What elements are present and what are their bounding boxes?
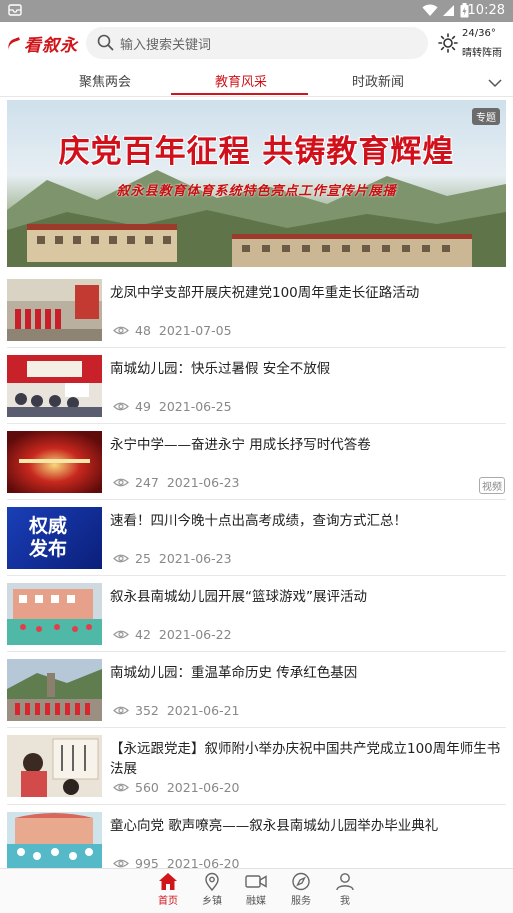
article-title: 南城幼儿园：重温革命历史 传承红色基因 [110,665,358,681]
article-thumbnail [7,812,102,874]
article-views: 25 [135,551,151,566]
location-pin-icon [205,872,219,891]
nav-towns[interactable]: 乡镇 [189,872,235,907]
article-title: 龙凤中学支部开展庆祝建党100周年重走长征路活动 [110,285,420,301]
article-title: 童心向党 歌声嘹亮——叙永县南城幼儿园举办毕业典礼 [110,818,439,834]
article-meta: 42 2021-06-22 [113,627,232,643]
article-date: 2021-06-21 [166,703,240,718]
weather-temperature: 24/36° [462,28,496,39]
article-date: 2021-07-05 [158,323,232,338]
article-thumbnail [7,431,102,493]
article-views: 560 [135,780,159,795]
article-views: 49 [135,399,151,414]
article-thumbnail: 权威发布 [7,507,102,569]
thumbnail-caption: 权威发布 [29,515,68,560]
article-title: 永宁中学——奋进永宁 用成长抒写时代答卷 [110,437,371,453]
logo-text: 看叙永 [24,36,78,56]
banner-subtitle: 叙永县教育体育系统特色亮点工作宣传片展播 [116,184,397,199]
weather-description: 晴转阵雨 [462,48,502,59]
sun-icon [438,33,458,57]
article-item[interactable]: 永宁中学——奋进永宁 用成长抒写时代答卷 247 2021-06-23 视频 [0,424,513,500]
article-date: 2021-06-23 [158,551,232,566]
article-item[interactable]: 南城幼儿园：重温革命历史 传承红色基因 352 2021-06-21 [0,652,513,728]
home-icon [159,873,177,890]
article-meta: 48 2021-07-05 [113,323,232,339]
article-views: 247 [135,475,159,490]
article-date: 2021-06-22 [158,627,232,642]
wifi-icon [422,4,438,21]
article-meta: 560 2021-06-20 [113,780,240,796]
active-tab-indicator [171,93,308,95]
nav-towns-label: 乡镇 [202,896,222,907]
eye-icon [113,781,129,796]
eye-icon [113,704,129,719]
status-time: 10:28 [467,3,505,18]
article-item[interactable]: 龙凤中学支部开展庆祝建党100周年重走长征路活动 48 2021-07-05 [0,272,513,348]
banner-topic-badge: 专题 [472,108,500,125]
article-thumbnail [7,355,102,417]
tab-focus-two-sessions[interactable]: 聚焦两会 [79,71,131,90]
chevron-down-icon[interactable] [488,73,502,92]
logo-swoosh-icon [5,37,25,56]
bottom-nav: 首页 乡镇 融媒 服务 我 [0,868,513,913]
featured-banner[interactable]: 庆党百年征程 共铸教育辉煌 叙永县教育体育系统特色亮点工作宣传片展播 专题 [7,100,506,267]
nav-services-label: 服务 [291,896,311,907]
article-item[interactable]: 【永远跟党走】叙师附小举办庆祝中国共产党成立100周年师生书法展 560 2021… [0,728,513,805]
article-thumbnail [7,583,102,645]
tab-current-affairs[interactable]: 时政新闻 [352,71,404,90]
article-title: 叙永县南城幼儿园开展“篮球游戏”展评活动 [110,589,367,605]
article-meta: 247 2021-06-23 [113,475,240,491]
article-views: 42 [135,627,151,642]
article-title: 【永远跟党走】叙师附小举办庆祝中国共产党成立100周年师生书法展 [110,741,501,777]
nav-me[interactable]: 我 [322,872,368,907]
weather-widget[interactable]: 24/36° 晴转阵雨 [436,27,510,61]
article-meta: 25 2021-06-23 [113,551,232,567]
article-thumbnail [7,735,102,797]
video-camera-icon [245,875,267,888]
app-logo[interactable]: 看叙永 [5,31,78,56]
article-date: 2021-06-20 [166,780,240,795]
eye-icon [113,400,129,415]
status-bar: 10:28 [0,0,513,22]
signal-icon [442,4,455,21]
tab-education[interactable]: 教育风采 [215,71,267,90]
search-placeholder: 输入搜索关键词 [120,38,212,53]
article-item[interactable]: 南城幼儿园：快乐过暑假 安全不放假 49 2021-06-25 [0,348,513,424]
search-icon [97,34,114,55]
article-date: 2021-06-25 [158,399,232,414]
nav-me-label: 我 [340,896,350,907]
banner-title: 庆党百年征程 共铸教育辉煌 [58,134,455,170]
article-views: 352 [135,703,159,718]
search-bar[interactable]: 输入搜索关键词 [86,27,428,59]
nav-home[interactable]: 首页 [145,872,191,907]
eye-icon [113,628,129,643]
video-tag: 视频 [479,477,505,494]
article-item[interactable]: 权威发布 速看！四川今晚十点出高考成绩，查询方式汇总！ 25 2021-06-23 [0,500,513,576]
article-title: 南城幼儿园：快乐过暑假 安全不放假 [110,361,331,377]
nav-media-label: 融媒 [246,896,266,907]
app-header: 看叙永 输入搜索关键词 24/36° 晴转阵雨 [0,22,513,64]
article-views: 48 [135,323,151,338]
article-meta: 352 2021-06-21 [113,703,240,719]
compass-icon [292,872,310,891]
person-icon [336,873,354,891]
nav-media[interactable]: 融媒 [233,872,279,907]
nav-services[interactable]: 服务 [278,872,324,907]
eye-icon [113,552,129,567]
article-thumbnail [7,659,102,721]
article-thumbnail [7,279,102,341]
notification-icon [8,4,22,20]
article-item[interactable]: 叙永县南城幼儿园开展“篮球游戏”展评活动 42 2021-06-22 [0,576,513,652]
article-meta: 49 2021-06-25 [113,399,232,415]
nav-home-label: 首页 [158,896,178,907]
eye-icon [113,476,129,491]
article-title: 速看！四川今晚十点出高考成绩，查询方式汇总！ [110,513,407,529]
eye-icon [113,324,129,339]
article-date: 2021-06-23 [166,475,240,490]
